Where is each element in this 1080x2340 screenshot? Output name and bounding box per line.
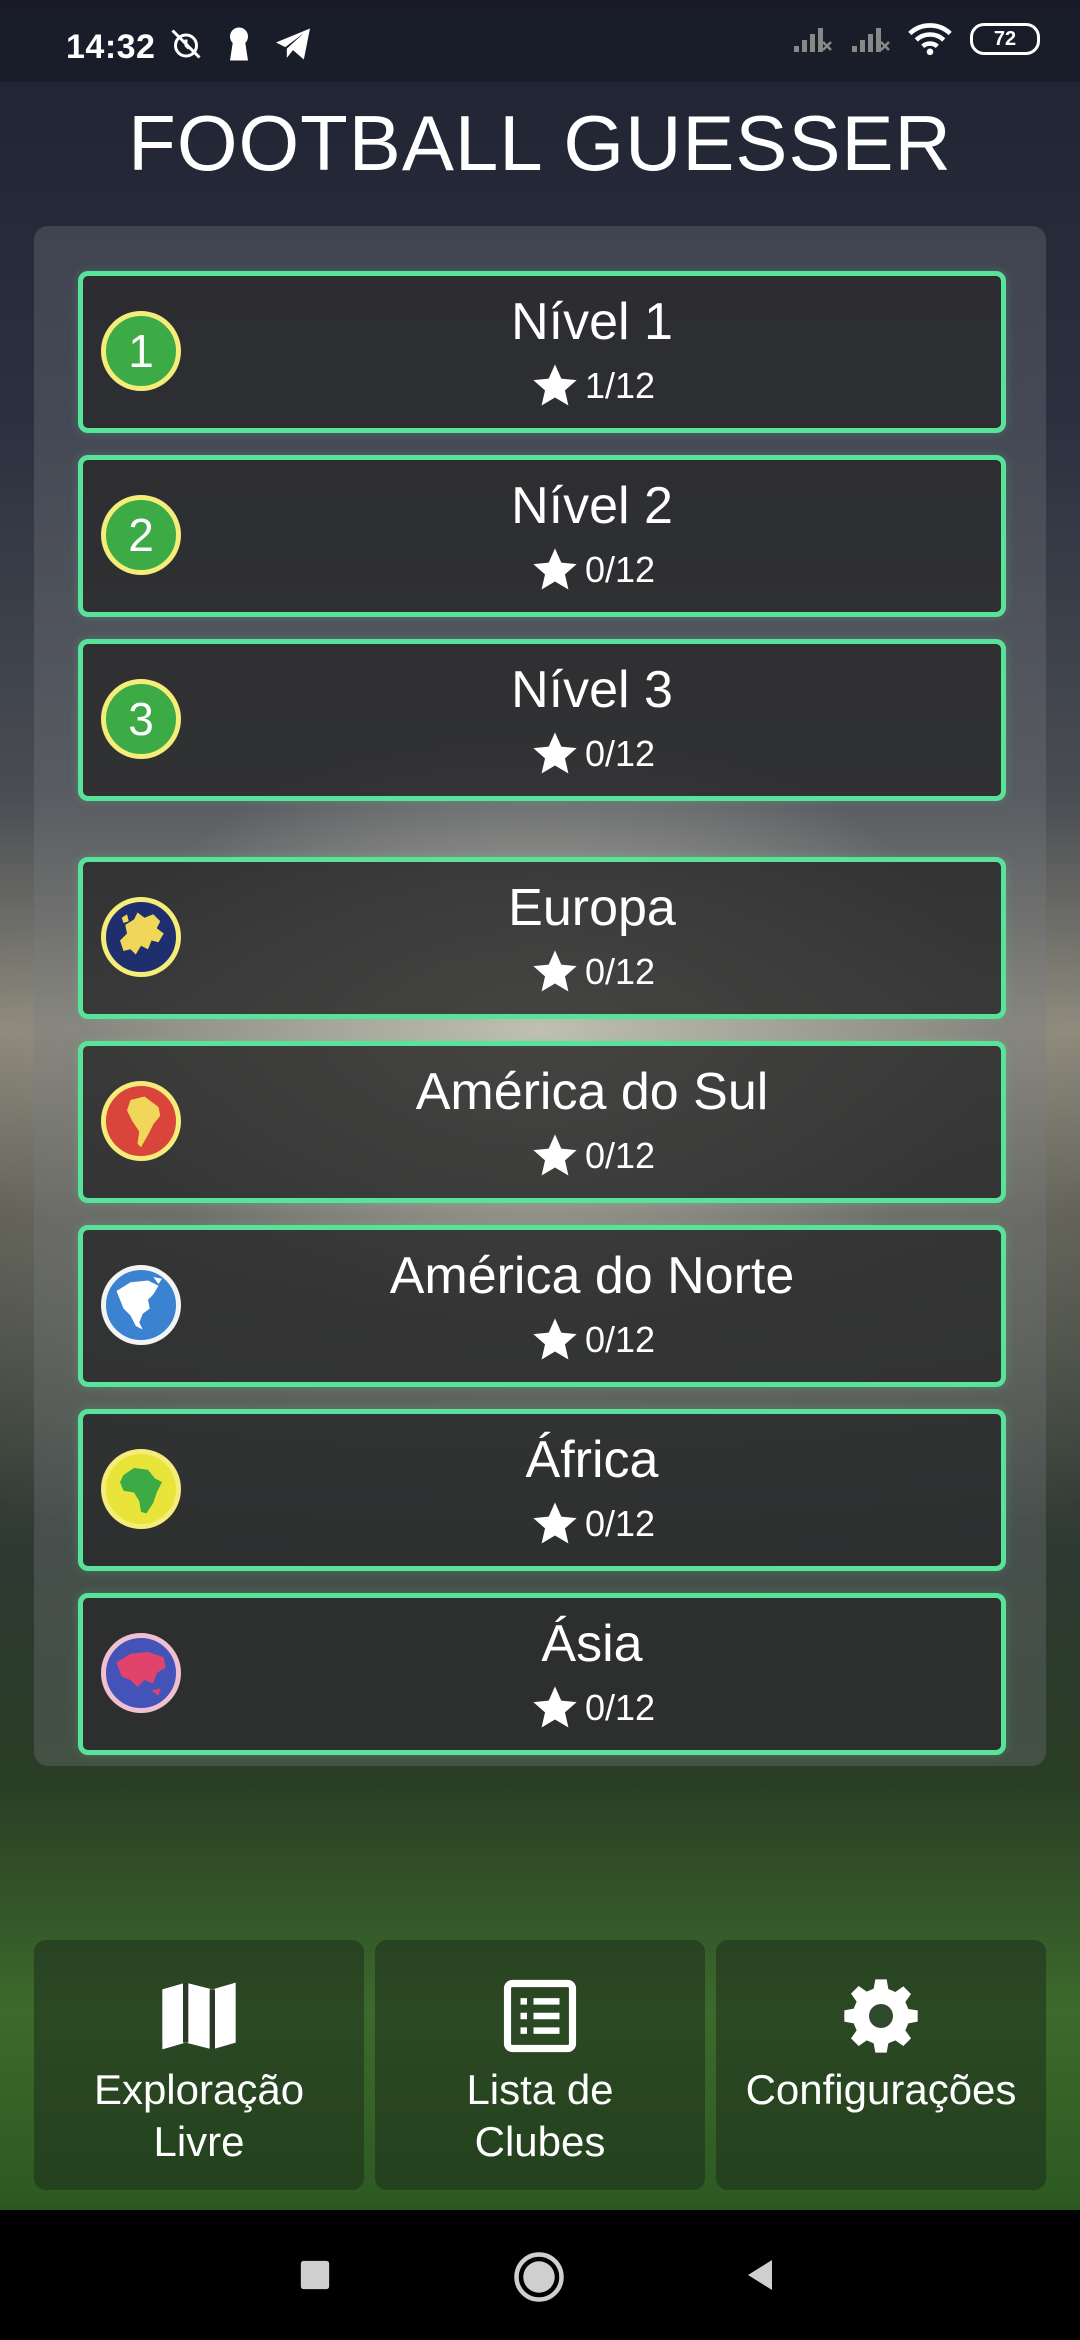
star-icon: [533, 1686, 577, 1728]
continent-card-asia[interactable]: Ásia 0/12: [78, 1593, 1006, 1755]
continent-progress-count: 0/12: [584, 1319, 656, 1360]
level-progress-count: 1/12: [584, 365, 656, 406]
level-progress: 0/12: [83, 544, 1001, 596]
continent-progress: 0/12: [83, 1682, 1001, 1734]
star-icon: [533, 732, 577, 774]
continent-progress-count: 0/12: [584, 951, 656, 992]
continent-progress: 0/12: [83, 1130, 1001, 1182]
app-title: FOOTBALL GUESSER: [128, 99, 952, 187]
continent-progress-count: 0/12: [584, 1687, 656, 1728]
gear-icon: [844, 1979, 918, 2053]
continent-progress: 0/12: [83, 1314, 1001, 1366]
status-time: 14:32: [66, 28, 156, 66]
signal-1-icon: [794, 28, 832, 52]
continent-progress-count: 0/12: [584, 1503, 656, 1544]
level-progress-count: 0/12: [584, 549, 656, 590]
continent-card-title: América do Sul: [415, 1063, 769, 1121]
continent-card-title: Ásia: [541, 1615, 643, 1673]
alarm-off-icon: [171, 29, 201, 59]
star-icon: [533, 1318, 577, 1360]
continent-progress: 0/12: [83, 1498, 1001, 1550]
continent-progress: 0/12: [83, 946, 1001, 998]
system-navigation-bar: [0, 2210, 1080, 2340]
free-exploration-label: Exploração Livre: [93, 2066, 305, 2165]
continent-card-title: África: [525, 1431, 659, 1489]
star-icon: [533, 1134, 577, 1176]
level-card-3[interactable]: 3 Nível 3 0/12: [78, 639, 1006, 801]
star-icon: [533, 1502, 577, 1544]
star-icon: [533, 950, 577, 992]
battery-indicator: 72: [970, 23, 1040, 55]
continent-card-title: Europa: [508, 879, 676, 937]
level-card-1[interactable]: 1 Nível 1 1/12: [78, 271, 1006, 433]
status-bar: 14:32 72: [0, 0, 1080, 82]
continent-card-north-america[interactable]: América do Norte 0/12: [78, 1225, 1006, 1387]
level-card-title: Nível 2: [511, 477, 673, 535]
level-card-title: Nível 1: [511, 293, 673, 351]
club-list-button[interactable]: Lista de Clubes: [375, 1940, 705, 2190]
list-icon: [503, 1979, 577, 2053]
free-exploration-button[interactable]: Exploração Livre: [34, 1940, 364, 2190]
star-icon: [533, 364, 577, 406]
status-right-icons: 72: [792, 22, 1040, 56]
continent-card-title: América do Norte: [389, 1247, 795, 1305]
continent-card-africa[interactable]: África 0/12: [78, 1409, 1006, 1571]
back-icon[interactable]: [742, 2256, 778, 2294]
home-icon[interactable]: [512, 2250, 566, 2304]
keyhole-icon: [230, 27, 248, 61]
continent-card-south-america[interactable]: América do Sul 0/12: [78, 1041, 1006, 1203]
level-progress: 1/12: [83, 360, 1001, 412]
settings-label: Configurações: [745, 2066, 1017, 2113]
level-progress-count: 0/12: [584, 733, 656, 774]
club-list-label: Lista de Clubes: [466, 2066, 614, 2165]
level-card-title: Nível 3: [511, 661, 673, 719]
level-progress: 0/12: [83, 728, 1001, 780]
telegram-icon: [276, 28, 310, 60]
status-left-icons: [168, 26, 312, 62]
wifi-icon: [908, 23, 952, 56]
continent-progress-count: 0/12: [584, 1135, 656, 1176]
settings-button[interactable]: Configurações: [716, 1940, 1046, 2190]
continent-card-europe[interactable]: Europa 0/12: [78, 857, 1006, 1019]
recent-apps-icon[interactable]: [298, 2258, 332, 2292]
star-icon: [533, 548, 577, 590]
level-card-2[interactable]: 2 Nível 2 0/12: [78, 455, 1006, 617]
signal-2-icon: [852, 28, 890, 52]
map-icon: [162, 1982, 236, 2050]
